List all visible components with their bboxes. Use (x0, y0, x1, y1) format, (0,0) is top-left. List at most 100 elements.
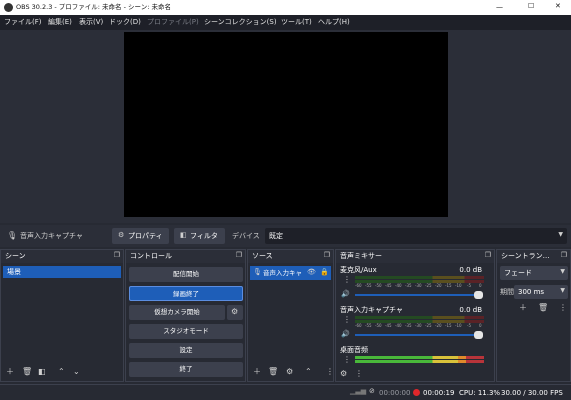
more-icon[interactable]: ⋮ (343, 276, 351, 284)
more-icon[interactable]: ⋮ (343, 316, 351, 324)
eye-icon[interactable]: 👁 (307, 269, 316, 276)
signal-strength-icon: ▁▃▅ (350, 387, 367, 395)
menu-help[interactable]: ヘルプ(H) (318, 19, 350, 26)
start-streaming-button[interactable]: 配信開始 (129, 267, 243, 282)
audio-mixer-dock-header: 音声ミキサー ❐ (336, 250, 494, 263)
minimize-button[interactable]: — (496, 4, 503, 11)
more-icon[interactable]: ⋮ (343, 356, 351, 364)
trash-icon[interactable]: 🗑 (538, 304, 548, 312)
scene-list-item[interactable]: 場景 (3, 266, 121, 278)
menu-docks[interactable]: ドック(D) (109, 19, 141, 26)
stream-time: 00:00:00 (379, 389, 411, 397)
volume-meter (355, 360, 484, 363)
filters-button[interactable]: ◧ フィルタ (174, 228, 225, 244)
source-context-bar: 🎙 音声入力キャプチャ ⚙ プロパティ ◧ フィルタ デバイス 既定 ▼ (0, 225, 571, 247)
exit-label: 終了 (179, 365, 193, 373)
undock-icon[interactable]: ❐ (485, 252, 491, 259)
duration-value: 300 ms (518, 288, 545, 296)
exit-button[interactable]: 終了 (129, 362, 243, 377)
recording-time: 00:00:19 (423, 389, 455, 397)
scale-tick: -35 (405, 323, 412, 328)
chevron-down-icon: ▼ (558, 231, 563, 238)
undock-icon[interactable]: ❐ (561, 252, 567, 259)
obs-logo-icon (4, 3, 13, 12)
close-button[interactable]: ✕ (555, 3, 561, 10)
scale-tick: -55 (365, 283, 372, 288)
speaker-icon[interactable]: 🔊 (341, 331, 350, 338)
undock-icon[interactable]: ❐ (324, 252, 330, 259)
menu-scene-collection[interactable]: シーンコレクション(S) (204, 19, 277, 26)
transitions-title: シーントラン… (501, 252, 550, 260)
scenes-title: シーン (5, 252, 26, 260)
mixer-channel-name: 音声入力キャプチャ (340, 306, 403, 314)
preview-canvas[interactable] (124, 32, 448, 217)
device-select[interactable]: 既定 ▼ (265, 228, 567, 244)
move-up-icon[interactable]: ⌃ (58, 368, 65, 376)
volume-slider[interactable] (355, 294, 482, 296)
sources-dock-header: ソース ❐ (248, 250, 333, 263)
studio-mode-button[interactable]: スタジオモード (129, 324, 243, 339)
scale-tick: -25 (425, 283, 432, 288)
maximize-button[interactable]: ☐ (528, 3, 534, 10)
fps-display: 30.00 / 30.00 FPS (501, 389, 563, 397)
studio-mode-label: スタジオモード (163, 327, 209, 335)
more-icon[interactable]: ⋮ (326, 368, 334, 376)
add-icon[interactable]: ＋ (6, 368, 14, 376)
transitions-dock-header: シーントラン… ❐ (497, 250, 570, 263)
start-virtual-camera-button[interactable]: 仮想カメラ開始 (129, 305, 225, 320)
volume-meter (355, 356, 484, 359)
more-icon[interactable]: ⋮ (559, 304, 567, 312)
transition-select[interactable]: フェード ▼ (500, 266, 568, 280)
mixer-channel: 桌面音频 ⋮ (336, 344, 494, 368)
scale-tick: -15 (445, 323, 452, 328)
more-icon[interactable]: ⋮ (355, 370, 363, 378)
window-title: OBS 30.2.3 - プロファイル: 未命名 - シーン: 未命名 (16, 3, 171, 11)
undock-icon[interactable]: ❐ (114, 252, 120, 259)
menu-profile[interactable]: プロファイル(P) (147, 19, 199, 26)
trash-icon[interactable]: 🗑 (268, 368, 278, 376)
menu-edit[interactable]: 編集(E) (48, 19, 72, 26)
move-down-icon[interactable]: ⌄ (73, 368, 80, 376)
status-bar: ▁▃▅ ⊘ 00:00:00 00:00:19 CPU: 11.3% 30.00… (0, 384, 571, 400)
mixer-settings-icon[interactable]: ⚙ (340, 370, 347, 378)
transition-type: フェード (504, 269, 532, 277)
speaker-icon[interactable]: 🔊 (341, 291, 350, 298)
properties-button[interactable]: ⚙ プロパティ (112, 228, 169, 244)
scale-tick: -10 (455, 323, 462, 328)
volume-slider[interactable] (355, 334, 482, 336)
move-up-icon[interactable]: ⌃ (305, 368, 312, 376)
mixer-channel-name: 麦克风/Aux (340, 266, 377, 274)
volume-slider-handle[interactable] (474, 291, 483, 299)
gear-icon[interactable]: ⚙ (286, 368, 293, 376)
duration-spinbox[interactable]: 300 ms ▼ (514, 285, 568, 299)
lock-icon[interactable]: 🔒 (320, 269, 329, 276)
mixer-channel: 麦克风/Aux 0.0 dB ⋮ -60 -55 -50 -45 -40 -35… (336, 264, 494, 304)
scale-tick: 0 (479, 283, 482, 288)
stop-recording-button[interactable]: 録画終了 (129, 286, 243, 301)
microphone-icon: 🎙 (7, 231, 18, 240)
source-list-item[interactable]: 🎙 音声入力キャ 👁 🔒 (250, 266, 331, 280)
menu-file[interactable]: ファイル(F) (4, 19, 42, 26)
add-icon[interactable]: ＋ (253, 368, 261, 376)
menu-view[interactable]: 表示(V) (79, 19, 103, 26)
start-virtual-camera-label: 仮想カメラ開始 (154, 308, 200, 316)
menu-tools[interactable]: ツール(T) (281, 19, 312, 26)
microphone-icon: 🎙 (253, 268, 262, 276)
trash-icon[interactable]: 🗑 (22, 368, 32, 376)
stop-recording-label: 録画終了 (173, 290, 199, 298)
source-name: 音声入力キャ (263, 269, 302, 277)
undock-icon[interactable]: ❐ (236, 252, 242, 259)
controls-dock: コントロール ❐ 配信開始 録画終了 仮想カメラ開始 ⚙ スタジオモード 設定 … (125, 249, 246, 382)
virtual-camera-settings-button[interactable]: ⚙ (227, 305, 243, 320)
scale-tick: -15 (445, 283, 452, 288)
volume-slider-handle[interactable] (474, 331, 483, 339)
device-label: デバイス (232, 232, 260, 240)
device-value: 既定 (269, 232, 283, 240)
audio-mixer-title: 音声ミキサー (340, 252, 382, 260)
gear-icon: ⚙ (118, 231, 125, 239)
filters-label: フィルタ (190, 232, 218, 240)
filter-icon[interactable]: ◧ (38, 368, 46, 376)
scenes-dock-header: シーン ❐ (1, 250, 123, 263)
settings-button[interactable]: 設定 (129, 343, 243, 358)
add-icon[interactable]: ＋ (519, 304, 527, 312)
